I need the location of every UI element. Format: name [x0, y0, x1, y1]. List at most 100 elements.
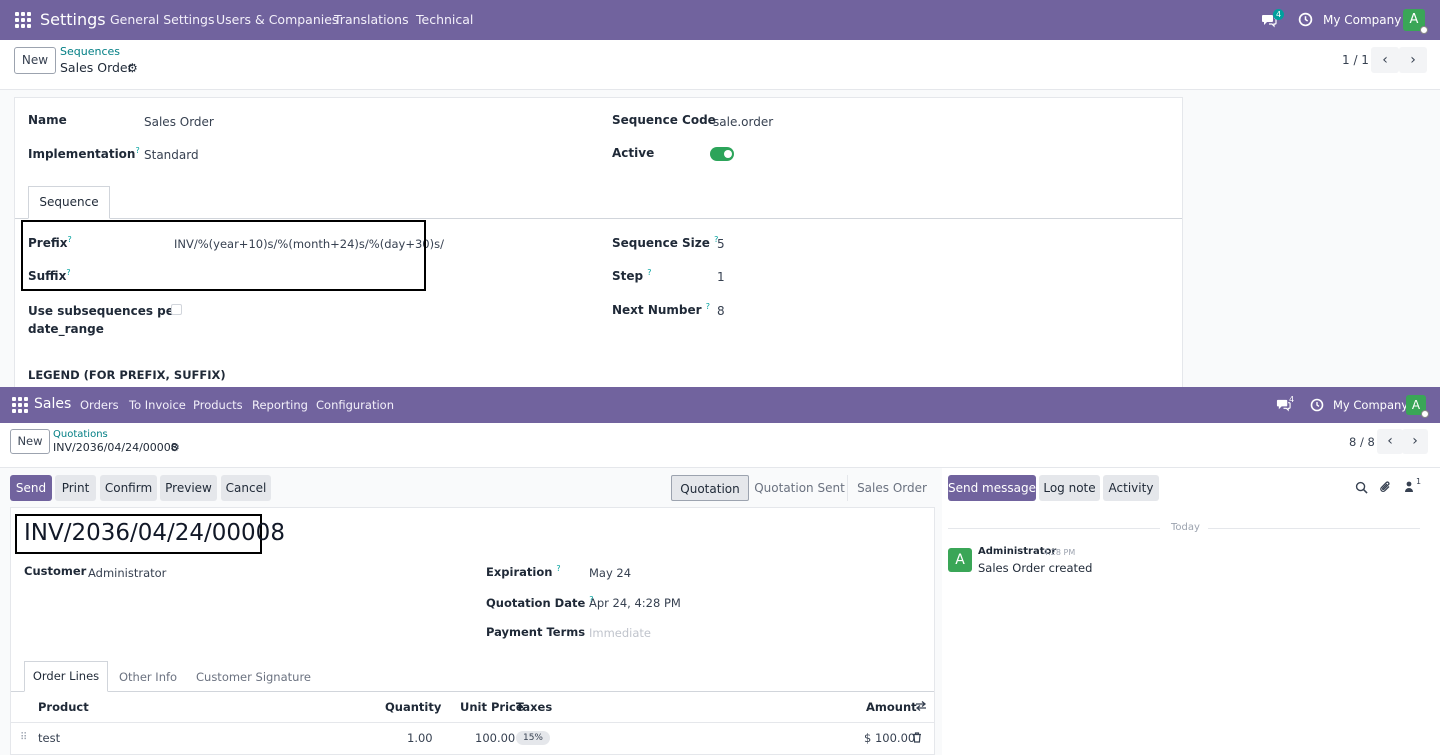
step-field[interactable]: 1: [717, 270, 725, 284]
tab-customer-signature[interactable]: Customer Signature: [196, 670, 311, 684]
expiration-label: Expiration ?: [486, 564, 561, 579]
status-quotation-sent[interactable]: Quotation Sent: [752, 475, 848, 501]
tab-other-info[interactable]: Other Info: [119, 670, 177, 684]
quotation-date-field[interactable]: Apr 24, 4:28 PM: [589, 596, 681, 610]
search-icon[interactable]: [1355, 481, 1368, 494]
gear-icon[interactable]: ⚙: [127, 61, 138, 75]
quotation-date-label: Quotation Date ?: [486, 595, 594, 610]
breadcrumb-quotations[interactable]: Quotations: [53, 429, 108, 440]
pager-previous-icon[interactable]: ‹: [1371, 47, 1399, 73]
delete-line-icon[interactable]: [912, 732, 922, 743]
line-product[interactable]: test: [38, 731, 60, 745]
app-brand[interactable]: Settings: [40, 10, 106, 29]
line-amount: $ 100.00: [864, 731, 916, 745]
followers-icon[interactable]: [1404, 481, 1414, 493]
menu-translations[interactable]: Translations: [334, 12, 409, 27]
activity-clock-icon[interactable]: [1298, 12, 1313, 27]
paperclip-icon[interactable]: [1379, 480, 1392, 494]
new-button[interactable]: New: [14, 47, 56, 74]
implementation-label: Implementation?: [28, 146, 140, 161]
optional-columns-icon[interactable]: [915, 700, 927, 712]
tax-badge[interactable]: 15%: [516, 731, 550, 745]
menu-configuration[interactable]: Configuration: [316, 398, 394, 412]
company-switcher[interactable]: My Company: [1333, 398, 1408, 412]
pager-next-icon[interactable]: ›: [1402, 429, 1428, 454]
customer-label: Customer: [24, 564, 87, 578]
menu-technical[interactable]: Technical: [416, 12, 473, 27]
customer-field[interactable]: Administrator: [88, 566, 166, 580]
log-note-button[interactable]: Log note: [1039, 475, 1100, 501]
column-amount[interactable]: Amount: [866, 700, 917, 714]
user-avatar[interactable]: A: [1403, 9, 1428, 34]
column-taxes[interactable]: Taxes: [516, 700, 552, 714]
menu-products[interactable]: Products: [193, 398, 243, 412]
sequence-form-sheet: Name Sales Order Implementation? Standar…: [14, 97, 1183, 387]
column-quantity[interactable]: Quantity: [385, 700, 441, 714]
cancel-button[interactable]: Cancel: [221, 475, 271, 501]
settings-navbar: Settings General Settings Users & Compan…: [0, 0, 1440, 40]
tab-order-lines[interactable]: Order Lines: [24, 661, 108, 692]
send-button[interactable]: Send: [10, 475, 52, 501]
table-row[interactable]: ⠿ test 1.00 100.00 15% $ 100.00: [11, 723, 934, 753]
subsequences-label: Use subsequences per date_range: [28, 304, 180, 336]
prefix-suffix-highlight: [21, 220, 426, 291]
next-number-label: Next Number ?: [612, 302, 711, 317]
sequence-code-field[interactable]: sale.order: [713, 115, 773, 129]
menu-orders[interactable]: Orders: [80, 398, 119, 412]
payment-terms-field[interactable]: Immediate: [589, 626, 651, 640]
line-unit-price[interactable]: 100.00: [475, 731, 515, 745]
chatter-panel: Send message Log note Activity 1 Today A…: [942, 468, 1440, 755]
sequence-size-label: Sequence Size ?: [612, 235, 719, 250]
company-switcher[interactable]: My Company: [1323, 13, 1401, 27]
status-sales-order[interactable]: Sales Order: [850, 475, 934, 501]
gear-icon[interactable]: ⚙: [170, 441, 180, 454]
apps-menu-icon[interactable]: [12, 397, 28, 413]
line-quantity[interactable]: 1.00: [407, 731, 433, 745]
column-unit-price[interactable]: Unit Price: [460, 700, 524, 714]
sales-navbar: Sales Orders To Invoice Products Reporti…: [0, 387, 1440, 423]
confirm-button[interactable]: Confirm: [100, 475, 157, 501]
message-avatar[interactable]: A: [948, 548, 972, 572]
expiration-field[interactable]: May 24: [589, 566, 631, 580]
active-toggle[interactable]: [710, 147, 734, 161]
legend-title: LEGEND (FOR PREFIX, SUFFIX): [28, 368, 226, 382]
message-body: Sales Order created: [978, 561, 1093, 575]
pager-value[interactable]: 8 / 8: [1349, 435, 1375, 449]
message-time: 4:28 PM: [1043, 548, 1076, 557]
pager-next-icon[interactable]: ›: [1399, 47, 1427, 73]
new-button[interactable]: New: [10, 429, 50, 454]
subsequences-checkbox[interactable]: [171, 304, 182, 315]
implementation-field[interactable]: Standard: [144, 148, 199, 162]
activity-button[interactable]: Activity: [1103, 475, 1159, 501]
messages-count-badge: 4: [1273, 9, 1285, 20]
name-field[interactable]: Sales Order: [144, 115, 214, 129]
separator-left: [948, 528, 1160, 529]
pager-previous-icon[interactable]: ‹: [1377, 429, 1403, 454]
menu-reporting[interactable]: Reporting: [252, 398, 308, 412]
step-label: Step ?: [612, 268, 652, 283]
active-label: Active: [612, 146, 655, 160]
next-number-field[interactable]: 8: [717, 304, 725, 318]
menu-to-invoice[interactable]: To Invoice: [129, 398, 186, 412]
tab-sequence[interactable]: Sequence: [28, 186, 110, 219]
print-button[interactable]: Print: [55, 475, 96, 501]
send-message-button[interactable]: Send message: [948, 475, 1036, 501]
breadcrumb-current: Sales Order: [60, 60, 133, 75]
activity-clock-icon[interactable]: [1310, 398, 1324, 412]
quotation-control-panel: New Quotations INV/2036/04/24/00008 ⚙ 8 …: [0, 423, 1440, 468]
status-quotation[interactable]: Quotation: [671, 475, 749, 501]
menu-users-companies[interactable]: Users & Companies: [216, 12, 338, 27]
sequence-size-field[interactable]: 5: [717, 237, 725, 251]
user-avatar[interactable]: A: [1406, 395, 1429, 418]
quotation-title: INV/2036/04/24/00008: [24, 520, 285, 546]
drag-handle-icon[interactable]: ⠿: [20, 732, 27, 743]
app-brand[interactable]: Sales: [34, 396, 71, 412]
preview-button[interactable]: Preview: [160, 475, 217, 501]
messages-count-badge: 4: [1289, 395, 1295, 404]
menu-general-settings[interactable]: General Settings: [110, 12, 215, 27]
tab-divider: [15, 218, 1182, 219]
pager-value[interactable]: 1 / 1: [1342, 53, 1369, 67]
apps-menu-icon[interactable]: [15, 12, 31, 28]
column-product[interactable]: Product: [38, 700, 89, 714]
breadcrumb-sequences[interactable]: Sequences: [60, 45, 120, 58]
